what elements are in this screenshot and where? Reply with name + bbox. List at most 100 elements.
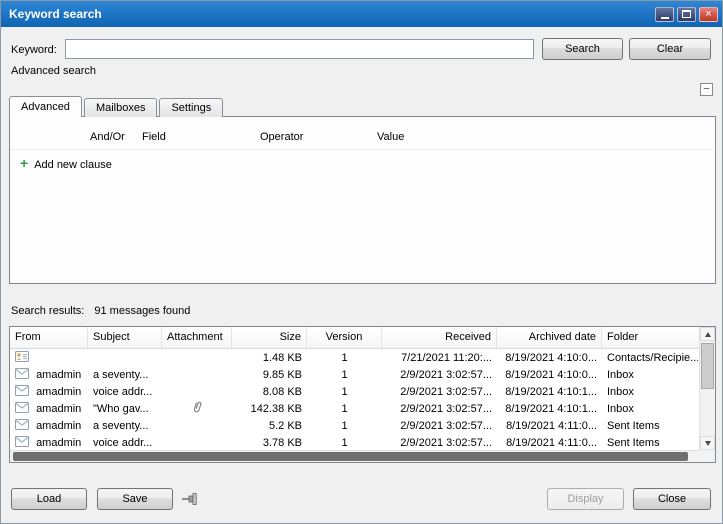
size-value: 3.78 KB xyxy=(232,437,307,449)
from-cell: amadmin xyxy=(10,419,88,433)
column-header-version[interactable]: Version xyxy=(307,327,382,348)
collapse-toggle[interactable]: − xyxy=(700,83,713,96)
maximize-button[interactable] xyxy=(677,7,696,22)
table-row[interactable]: amadmin a seventy... 5.2 KB 1 2/9/2021 3… xyxy=(10,417,699,434)
version-value: 1 xyxy=(307,352,382,364)
results-table-body: 1.48 KB 1 7/21/2021 11:20:... 8/19/2021 … xyxy=(10,349,699,450)
received-value: 2/9/2021 3:02:57... xyxy=(382,437,497,449)
pin-button[interactable] xyxy=(181,491,201,507)
titlebar[interactable]: Keyword search × xyxy=(1,1,722,27)
version-value: 1 xyxy=(307,437,382,449)
received-value: 2/9/2021 3:02:57... xyxy=(382,386,497,398)
horizontal-scroll-thumb[interactable] xyxy=(13,452,688,461)
folder-value: Inbox xyxy=(602,386,698,398)
clause-header-operator: Operator xyxy=(260,131,303,143)
received-value: 2/9/2021 3:02:57... xyxy=(382,420,497,432)
from-value: amadmin xyxy=(36,368,81,380)
minimize-button[interactable] xyxy=(655,7,674,22)
results-table: From Subject Attachment Size Version Rec… xyxy=(9,326,716,463)
vertical-scroll-thumb[interactable] xyxy=(701,343,714,389)
folder-value: Inbox xyxy=(602,403,698,415)
add-new-clause-label: Add new clause xyxy=(34,159,112,171)
maximize-icon xyxy=(682,10,691,18)
column-header-subject[interactable]: Subject xyxy=(88,327,162,348)
scrollbar-corner xyxy=(699,450,715,462)
table-row[interactable]: amadmin a seventy... 9.85 KB 1 2/9/2021 … xyxy=(10,366,699,383)
version-value: 1 xyxy=(307,386,382,398)
envelope-icon xyxy=(15,368,29,382)
archived-date-value: 8/19/2021 4:10:1... xyxy=(497,403,602,415)
load-button[interactable]: Load xyxy=(11,488,87,510)
tab-advanced[interactable]: Advanced xyxy=(9,96,82,117)
version-value: 1 xyxy=(307,369,382,381)
archived-date-value: 8/19/2021 4:10:1... xyxy=(497,386,602,398)
table-row[interactable]: amadmin "Who gav... 142.38 KB 1 2/9/2021… xyxy=(10,400,699,417)
scroll-down-button[interactable] xyxy=(700,436,715,450)
version-value: 1 xyxy=(307,420,382,432)
advanced-tab-panel: And/Or Field Operator Value + Add new cla… xyxy=(9,116,716,284)
archived-date-value: 8/19/2021 4:11:0... xyxy=(497,420,602,432)
column-header-archived-date[interactable]: Archived date xyxy=(497,327,602,348)
keyword-input[interactable] xyxy=(65,39,534,59)
add-new-clause-link[interactable]: + Add new clause xyxy=(20,155,112,171)
results-summary-label: Search results: xyxy=(11,305,84,317)
envelope-icon xyxy=(15,419,29,433)
contact-card-icon xyxy=(15,351,29,365)
close-window-button[interactable]: × xyxy=(699,7,718,22)
keyword-label: Keyword: xyxy=(11,44,57,56)
from-cell: amadmin xyxy=(10,368,88,382)
plus-icon: + xyxy=(20,155,28,171)
clause-header-field: Field xyxy=(142,131,166,143)
display-button[interactable]: Display xyxy=(547,488,624,510)
tab-mailboxes[interactable]: Mailboxes xyxy=(84,98,158,117)
from-cell xyxy=(10,351,88,365)
column-header-attachment[interactable]: Attachment xyxy=(162,327,232,348)
close-button[interactable]: Close xyxy=(633,488,711,510)
close-icon: × xyxy=(705,9,711,20)
archived-date-value: 8/19/2021 4:10:0... xyxy=(497,352,602,364)
scroll-up-button[interactable] xyxy=(700,327,715,341)
size-value: 5.2 KB xyxy=(232,420,307,432)
pin-icon xyxy=(181,491,201,507)
column-header-folder[interactable]: Folder xyxy=(602,327,698,348)
from-value: amadmin xyxy=(36,385,81,397)
envelope-icon xyxy=(15,402,29,416)
collapse-icon: − xyxy=(703,83,709,95)
folder-value: Sent Items xyxy=(602,420,698,432)
column-header-received[interactable]: Received xyxy=(382,327,497,348)
horizontal-scrollbar[interactable] xyxy=(10,450,699,462)
clause-header-andor: And/Or xyxy=(90,131,125,143)
size-value: 142.38 KB xyxy=(232,403,307,415)
clear-button[interactable]: Clear xyxy=(629,38,711,60)
save-button[interactable]: Save xyxy=(97,488,173,510)
column-header-from[interactable]: From xyxy=(10,327,88,348)
subject-value: voice addr... xyxy=(88,437,162,449)
column-header-size[interactable]: Size xyxy=(232,327,307,348)
clause-header-value: Value xyxy=(377,131,404,143)
paperclip-icon xyxy=(192,400,203,417)
arrow-up-icon xyxy=(705,332,711,337)
archived-date-value: 8/19/2021 4:11:0... xyxy=(497,437,602,449)
subject-value: a seventy... xyxy=(88,420,162,432)
size-value: 1.48 KB xyxy=(232,352,307,364)
from-value: amadmin xyxy=(36,402,81,414)
results-table-header: From Subject Attachment Size Version Rec… xyxy=(10,327,699,349)
received-value: 2/9/2021 3:02:57... xyxy=(382,369,497,381)
subject-value: "Who gav... xyxy=(88,403,162,415)
folder-value: Sent Items xyxy=(602,437,698,449)
table-row[interactable]: amadmin voice addr... 3.78 KB 1 2/9/2021… xyxy=(10,434,699,450)
size-value: 9.85 KB xyxy=(232,369,307,381)
vertical-scrollbar[interactable] xyxy=(699,327,715,450)
table-row[interactable]: 1.48 KB 1 7/21/2021 11:20:... 8/19/2021 … xyxy=(10,349,699,366)
folder-value: Inbox xyxy=(602,369,698,381)
table-row[interactable]: amadmin voice addr... 8.08 KB 1 2/9/2021… xyxy=(10,383,699,400)
search-button[interactable]: Search xyxy=(542,38,623,60)
window-title: Keyword search xyxy=(9,7,652,21)
keyword-search-window: Keyword search × Keyword: Search Clear A… xyxy=(0,0,723,524)
from-value: amadmin xyxy=(36,436,81,448)
received-value: 2/9/2021 3:02:57... xyxy=(382,403,497,415)
advanced-search-link[interactable]: Advanced search xyxy=(11,65,96,77)
size-value: 8.08 KB xyxy=(232,386,307,398)
tab-settings[interactable]: Settings xyxy=(159,98,223,117)
tab-strip: Advanced Mailboxes Settings xyxy=(9,96,225,117)
